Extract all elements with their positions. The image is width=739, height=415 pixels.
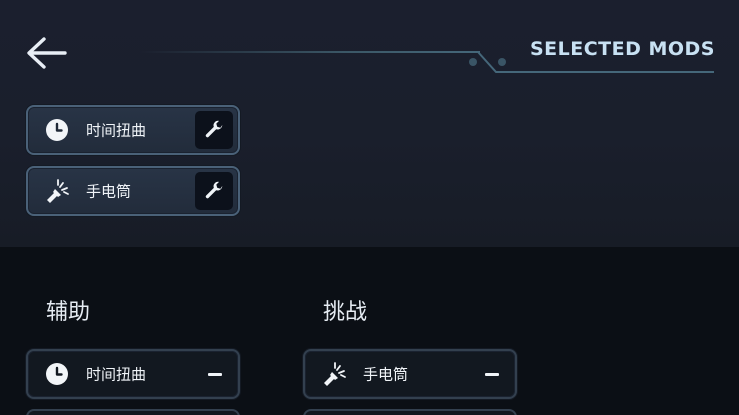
section-title-challenge: 挑战 bbox=[323, 300, 368, 325]
selected-mod-card[interactable]: 手电筒 bbox=[26, 166, 240, 216]
back-button[interactable] bbox=[24, 34, 68, 72]
customize-mod-button[interactable] bbox=[195, 172, 233, 210]
page-title: SELECTED MODS bbox=[529, 38, 715, 60]
header-dot bbox=[469, 58, 477, 66]
mod-label: 时间扭曲 bbox=[86, 365, 147, 384]
header-dot bbox=[498, 58, 506, 66]
flashlight-icon bbox=[44, 178, 70, 204]
mod-card[interactable] bbox=[26, 409, 240, 415]
mod-card[interactable] bbox=[303, 409, 517, 415]
customize-mod-button[interactable] bbox=[195, 111, 233, 149]
mod-card[interactable]: 手电筒 bbox=[303, 349, 517, 399]
mod-card[interactable]: 时间扭曲 bbox=[26, 349, 240, 399]
mod-label: 手电筒 bbox=[363, 365, 409, 384]
selected-mod-card[interactable]: 时间扭曲 bbox=[26, 105, 240, 155]
remove-mod-button[interactable] bbox=[206, 365, 224, 383]
clock-icon bbox=[44, 361, 70, 387]
header-divider-line bbox=[140, 51, 480, 53]
section-title-assist: 辅助 bbox=[46, 300, 91, 325]
clock-icon bbox=[44, 117, 70, 143]
mod-label: 手电筒 bbox=[86, 182, 132, 201]
wrench-icon bbox=[205, 120, 223, 138]
arrow-left-icon bbox=[27, 37, 67, 69]
mod-label: 时间扭曲 bbox=[86, 121, 147, 140]
wrench-icon bbox=[205, 181, 223, 199]
remove-mod-button[interactable] bbox=[483, 365, 501, 383]
flashlight-icon bbox=[321, 361, 347, 387]
